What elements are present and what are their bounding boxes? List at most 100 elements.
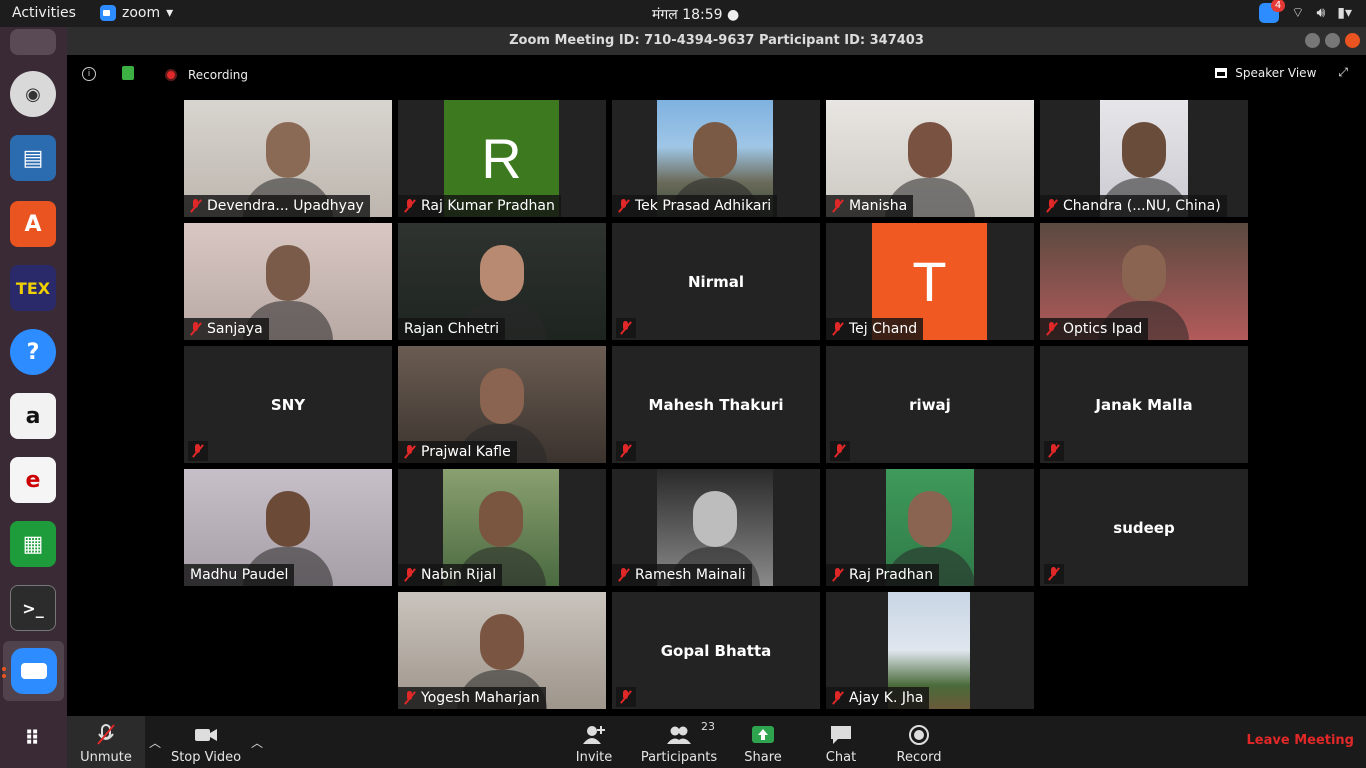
participant-name-bar: Tek Prasad Adhikari [612,195,778,217]
speaker-view-label: Speaker View [1235,65,1317,80]
battery-icon[interactable]: ▮▾ [1337,5,1352,21]
participant-name: Sanjaya [207,321,263,337]
unmute-button[interactable]: Unmute [67,716,145,768]
participant-name-bar: Nabin Rijal [398,564,503,586]
meeting-info-bar: i Recording Speaker View ⤢ [67,65,1366,85]
participant-tile[interactable]: T Tej Chand [826,223,1034,340]
participant-tile[interactable]: Ramesh Mainali [612,469,820,586]
running-indicator [2,667,6,671]
participant-name: riwaj [909,395,951,414]
zoom-dock-item[interactable] [3,641,64,701]
participant-tile[interactable]: sudeep [1040,469,1248,586]
volume-icon[interactable]: 🔊︎ [1316,5,1325,21]
participant-name: Manisha [849,198,908,214]
audio-options-chevron-icon[interactable]: ︿ [149,734,161,751]
participant-tile[interactable]: Prajwal Kafle [398,346,606,463]
muted-mic-icon [1048,444,1060,458]
record-button[interactable]: Record [893,716,945,768]
muted-mic-icon [190,322,202,336]
fullscreen-icon[interactable]: ⤢ [1338,65,1348,80]
share-button[interactable]: Share [739,716,787,768]
clock[interactable]: मंगल 18:59 ● [652,5,739,24]
participant-tile[interactable]: R Raj Kumar Pradhan [398,100,606,217]
wifi-icon[interactable]: ⌔ [1291,4,1304,22]
muted-mic-icon [404,691,416,705]
speaker-view-button[interactable]: Speaker View ⤢ [1215,65,1348,80]
terminal-icon[interactable]: >_ [10,585,56,631]
participant-tile[interactable]: Raj Pradhan [826,469,1034,586]
participant-tile[interactable]: Manisha [826,100,1034,217]
participant-tile[interactable]: Gopal Bhatta [612,592,820,709]
muted-mic-icon [404,568,416,582]
calc-spreadsheet-icon[interactable]: ▦ [10,521,56,567]
muted-mic-icon [618,199,630,213]
video-options-chevron-icon[interactable]: ︿ [251,734,263,751]
muted-mic-icon [404,445,416,459]
participant-tile[interactable]: Ajay K. Jha [826,592,1034,709]
amazon-icon[interactable]: a [10,393,56,439]
reader-icon[interactable]: e [10,457,56,503]
person-silhouette [266,245,310,301]
muted-mic-icon [190,199,202,213]
stop-video-label: Stop Video [170,750,242,765]
participant-name-bar: Raj Pradhan [826,564,940,586]
participant-name: Nirmal [688,272,744,291]
muted-mic-icon [94,724,118,746]
muted-mic-icon [620,444,632,458]
participant-tile[interactable]: Tek Prasad Adhikari [612,100,820,217]
stop-video-button[interactable]: Stop Video [167,716,245,768]
invite-button[interactable]: Invite [567,716,621,768]
activities-button[interactable]: Activities [12,5,76,21]
participant-name-bar: Ramesh Mainali [612,564,752,586]
meeting-toolbar: Unmute ︿ Stop Video ︿ Invite Participant… [67,716,1366,768]
tex-icon[interactable]: TEX [10,265,56,311]
show-applications-icon[interactable]: ⠿ [10,715,56,761]
participant-tile[interactable]: Yogesh Maharjan [398,592,606,709]
participant-tile[interactable]: Devendra... Upadhyay [184,100,392,217]
participant-name-bar: Tej Chand [826,318,924,340]
participant-tile[interactable]: Nirmal [612,223,820,340]
muted-mic-icon [620,690,632,704]
zoom-app-icon [100,5,116,21]
leave-meeting-button[interactable]: Leave Meeting [1247,733,1355,748]
rhythmbox-icon[interactable]: ◉ [10,71,56,117]
close-icon[interactable] [1345,33,1360,48]
muted-mic-icon [834,444,846,458]
minimize-icon[interactable] [1305,33,1320,48]
participant-tile[interactable]: Sanjaya [184,223,392,340]
recording-label: Recording [188,68,249,82]
writer-document-icon[interactable]: ▤ [10,135,56,181]
participant-name: Madhu Paudel [190,567,289,583]
chat-button[interactable]: Chat [817,716,865,768]
participant-tile[interactable]: Madhu Paudel [184,469,392,586]
muted-mic-icon [1046,199,1058,213]
info-icon[interactable]: i [82,67,96,81]
participant-name: Gopal Bhatta [660,641,772,660]
participant-tile[interactable]: Mahesh Thakuri [612,346,820,463]
software-center-icon[interactable]: A [10,201,56,247]
participant-name-bar: Raj Kumar Pradhan [398,195,561,217]
participant-tile[interactable]: Optics Ipad [1040,223,1248,340]
participant-tile[interactable]: Janak Malla [1040,346,1248,463]
participant-name: Mahesh Thakuri [648,395,784,414]
record-label: Record [896,750,942,765]
muted-indicator [830,441,850,461]
participant-tile[interactable]: Rajan Chhetri [398,223,606,340]
maximize-icon[interactable] [1325,33,1340,48]
help-icon[interactable]: ? [10,329,56,375]
participant-name: Yogesh Maharjan [421,690,540,706]
encryption-lock-icon[interactable] [122,66,134,80]
person-silhouette [908,122,952,178]
participant-tile[interactable]: Chandra (...NU, China) [1040,100,1248,217]
notification-count: 4 [1270,0,1286,12]
participant-tile[interactable]: Nabin Rijal [398,469,606,586]
notification-icon[interactable]: 4 [1259,0,1286,23]
participant-tile[interactable]: riwaj [826,346,1034,463]
app-menu[interactable]: zoom ▾ [100,5,173,21]
system-tray[interactable]: 4 ⌔ 🔊︎ ▮▾ [1259,0,1352,23]
dock-top-item-icon[interactable] [10,29,56,55]
window-title-bar: Zoom Meeting ID: 710-4394-9637 Participa… [67,27,1366,55]
person-silhouette [693,122,737,178]
participant-tile[interactable]: SNY [184,346,392,463]
person-silhouette [266,122,310,178]
